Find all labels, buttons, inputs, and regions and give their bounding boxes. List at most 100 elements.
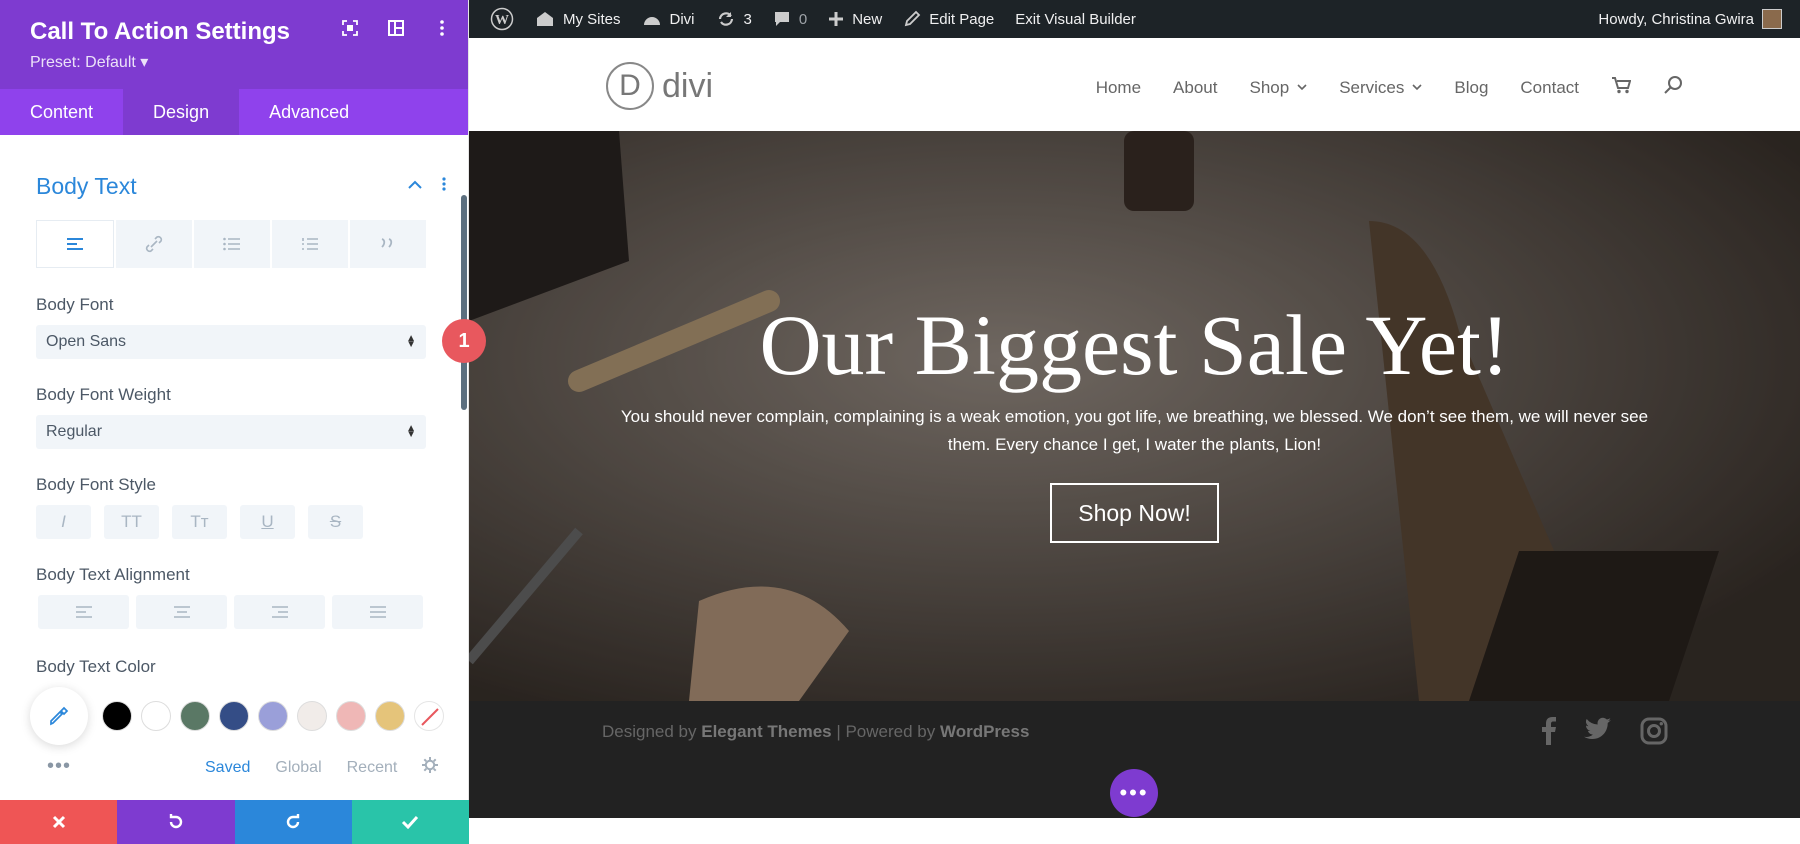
shop-now-button[interactable]: Shop Now! <box>1050 483 1219 543</box>
updates-menu[interactable]: 3 <box>716 10 752 28</box>
subtab-ordered-list[interactable] <box>272 220 348 268</box>
redo-button[interactable] <box>234 800 352 844</box>
tab-saved[interactable]: Saved <box>205 759 250 777</box>
website-preview: W My Sites Divi 3 0 New Edit Page Exit V… <box>469 0 1800 844</box>
user-menu[interactable]: Howdy, Christina Gwira <box>1598 0 1782 38</box>
close-icon <box>52 815 65 829</box>
align-left-button[interactable] <box>38 595 129 629</box>
swatch-pink[interactable] <box>336 701 366 731</box>
underline-button[interactable]: U <box>240 505 295 539</box>
nav-contact[interactable]: Contact <box>1520 78 1579 98</box>
strikethrough-button[interactable]: S <box>308 505 363 539</box>
settings-panel: Call To Action Settings Preset: Default … <box>0 0 469 844</box>
ordered-list-icon <box>302 238 318 250</box>
chevron-up-icon[interactable] <box>408 177 422 196</box>
footer-credits: Designed by Elegant Themes | Powered by … <box>602 722 1029 742</box>
nav-services-label: Services <box>1339 77 1405 97</box>
swatch-lavender[interactable] <box>258 701 288 731</box>
uppercase-button[interactable]: TT <box>104 505 159 539</box>
avatar <box>1762 9 1782 29</box>
body-font-style-label: Body Font Style <box>36 475 157 494</box>
tab-design[interactable]: Design <box>123 89 240 135</box>
swatch-green[interactable] <box>180 701 210 731</box>
subtab-text-align[interactable] <box>36 220 114 268</box>
italic-icon: I <box>61 512 66 531</box>
dashboard-icon <box>643 17 660 25</box>
hero-heading: Our Biggest Sale Yet! <box>759 297 1510 393</box>
subtab-quote[interactable] <box>350 220 426 268</box>
comment-icon <box>774 12 789 26</box>
elegant-themes-link[interactable]: Elegant Themes <box>701 722 831 741</box>
save-button[interactable] <box>351 800 469 844</box>
body-text-alignment-label: Body Text Alignment <box>36 565 190 584</box>
wordpress-link[interactable]: WordPress <box>940 722 1029 741</box>
builder-settings-button[interactable]: ••• <box>1110 769 1158 817</box>
facebook-icon[interactable] <box>1542 717 1556 750</box>
text-subtabs <box>36 220 426 268</box>
divi-menu[interactable]: Divi <box>642 10 695 28</box>
tab-advanced[interactable]: Advanced <box>239 89 379 135</box>
section-more-icon[interactable] <box>442 177 446 196</box>
cancel-button[interactable] <box>0 800 118 844</box>
exit-visual-builder-link[interactable]: Exit Visual Builder <box>1015 11 1136 28</box>
tab-recent[interactable]: Recent <box>347 759 398 777</box>
sites-icon <box>537 12 553 26</box>
nav-about[interactable]: About <box>1173 78 1217 98</box>
logo-text: divi <box>662 66 714 105</box>
preset-selector[interactable]: Preset: Default ▾ <box>30 52 148 72</box>
search-icon[interactable] <box>1663 75 1683 100</box>
section-title[interactable]: Body Text <box>36 173 137 200</box>
align-left-icon <box>75 606 92 618</box>
comments-menu[interactable]: 0 <box>773 10 807 28</box>
body-text-color-label: Body Text Color <box>36 657 156 676</box>
tab-global[interactable]: Global <box>275 759 321 777</box>
tab-content[interactable]: Content <box>0 89 123 135</box>
italic-button[interactable]: I <box>36 505 91 539</box>
body-font-select[interactable]: Open Sans ▲ ▼ <box>36 325 426 359</box>
capitalize-button[interactable]: Tт <box>172 505 227 539</box>
color-picker-button[interactable] <box>30 687 88 745</box>
alignment-buttons <box>38 595 423 629</box>
instagram-icon[interactable] <box>1640 717 1668 750</box>
my-sites-menu[interactable]: My Sites <box>535 10 621 28</box>
twitter-icon[interactable] <box>1584 717 1612 750</box>
subtab-unordered-list[interactable] <box>194 220 270 268</box>
edit-page-link[interactable]: Edit Page <box>903 10 994 28</box>
swatch-none[interactable] <box>414 701 444 731</box>
body-font-label: Body Font <box>36 295 114 314</box>
split-view-icon[interactable] <box>388 20 404 36</box>
credits-powered: | Powered by <box>831 722 940 741</box>
svg-text:W: W <box>495 13 509 28</box>
panel-footer <box>0 800 469 844</box>
more-options-icon[interactable] <box>434 20 450 36</box>
align-right-button[interactable] <box>234 595 325 629</box>
align-center-button[interactable] <box>136 595 227 629</box>
align-justify-button[interactable] <box>332 595 423 629</box>
nav-home[interactable]: Home <box>1096 78 1141 98</box>
nav-shop[interactable]: Shop <box>1249 78 1307 98</box>
new-menu[interactable]: New <box>828 11 882 28</box>
undo-button[interactable] <box>117 800 235 844</box>
swatch-offwhite[interactable] <box>297 701 327 731</box>
gear-icon[interactable] <box>422 757 439 778</box>
no-color-icon <box>421 708 439 726</box>
body-font-weight-label: Body Font Weight <box>36 385 171 404</box>
body-font-weight-select[interactable]: Regular ▲ ▼ <box>36 415 426 449</box>
site-logo[interactable]: D divi <box>606 62 713 110</box>
fullscreen-icon[interactable] <box>342 20 358 36</box>
wp-admin-bar: W My Sites Divi 3 0 New Edit Page Exit V… <box>469 0 1800 38</box>
nav-services[interactable]: Services <box>1339 78 1422 98</box>
panel-scrollbar[interactable] <box>461 195 467 410</box>
wordpress-logo-icon[interactable]: W <box>490 7 514 31</box>
underline-icon: U <box>261 512 274 531</box>
subtab-link[interactable] <box>116 220 192 268</box>
step-badge: 1 <box>442 319 486 363</box>
cart-icon[interactable] <box>1611 76 1632 99</box>
swatch-black[interactable] <box>102 701 132 731</box>
more-colors-icon[interactable]: ••• <box>47 755 71 778</box>
list-icon <box>223 237 240 251</box>
swatch-gold[interactable] <box>375 701 405 731</box>
nav-blog[interactable]: Blog <box>1454 78 1488 98</box>
swatch-white[interactable] <box>141 701 171 731</box>
swatch-navy[interactable] <box>219 701 249 731</box>
